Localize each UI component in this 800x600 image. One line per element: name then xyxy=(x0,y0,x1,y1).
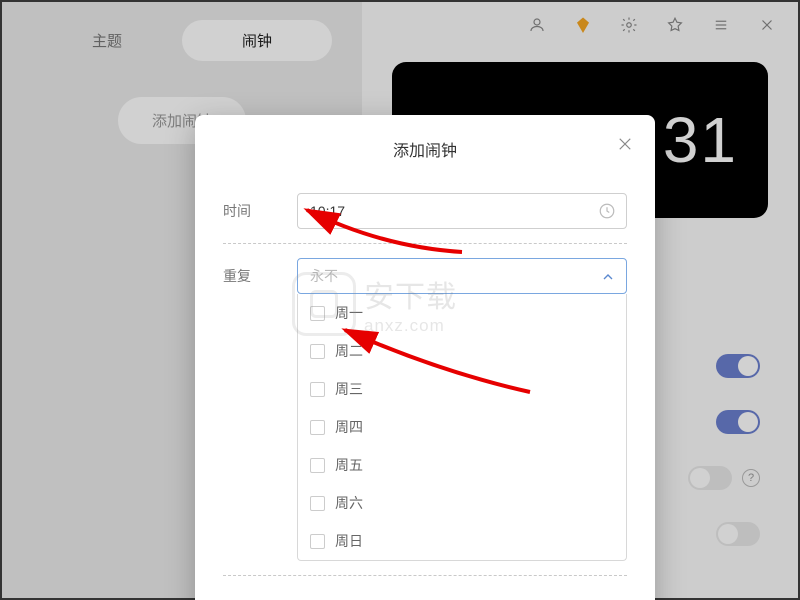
form-row-tag: 标签 xyxy=(223,575,627,600)
add-alarm-modal: 添加闹钟 时间 10:17 重复 永不 周一 xyxy=(195,115,655,600)
opt-label: 周三 xyxy=(335,379,363,399)
checkbox[interactable] xyxy=(310,344,325,359)
repeat-option-sun[interactable]: 周日 xyxy=(298,522,626,560)
opt-label: 周日 xyxy=(335,531,363,551)
opt-label: 周六 xyxy=(335,493,363,513)
opt-label: 周五 xyxy=(335,455,363,475)
time-input[interactable]: 10:17 xyxy=(297,193,627,229)
modal-title: 添加闹钟 xyxy=(195,137,655,161)
checkbox[interactable] xyxy=(310,306,325,321)
repeat-select[interactable]: 永不 xyxy=(297,258,627,294)
form-row-time: 时间 10:17 xyxy=(223,179,627,244)
repeat-option-wed[interactable]: 周三 xyxy=(298,370,626,408)
time-value: 10:17 xyxy=(310,203,345,219)
checkbox[interactable] xyxy=(310,420,325,435)
opt-label: 周二 xyxy=(335,341,363,361)
repeat-option-thu[interactable]: 周四 xyxy=(298,408,626,446)
repeat-option-fri[interactable]: 周五 xyxy=(298,446,626,484)
repeat-placeholder: 永不 xyxy=(310,266,338,286)
modal-close-icon[interactable] xyxy=(615,135,635,155)
checkbox[interactable] xyxy=(310,496,325,511)
repeat-dropdown: 周一 周二 周三 周四 周五 周六 周日 xyxy=(297,294,627,561)
repeat-option-mon[interactable]: 周一 xyxy=(298,294,626,332)
checkbox[interactable] xyxy=(310,458,325,473)
repeat-option-tue[interactable]: 周二 xyxy=(298,332,626,370)
label-time: 时间 xyxy=(223,193,297,221)
label-tag: 标签 xyxy=(223,590,297,600)
checkbox[interactable] xyxy=(310,382,325,397)
checkbox[interactable] xyxy=(310,534,325,549)
opt-label: 周四 xyxy=(335,417,363,437)
chevron-up-icon xyxy=(600,269,616,285)
repeat-option-sat[interactable]: 周六 xyxy=(298,484,626,522)
opt-label: 周一 xyxy=(335,303,363,323)
clock-icon xyxy=(598,202,616,220)
label-repeat: 重复 xyxy=(223,258,297,286)
form-row-repeat: 重复 永不 周一 周二 周三 周四 周五 周六 周日 xyxy=(223,244,627,575)
